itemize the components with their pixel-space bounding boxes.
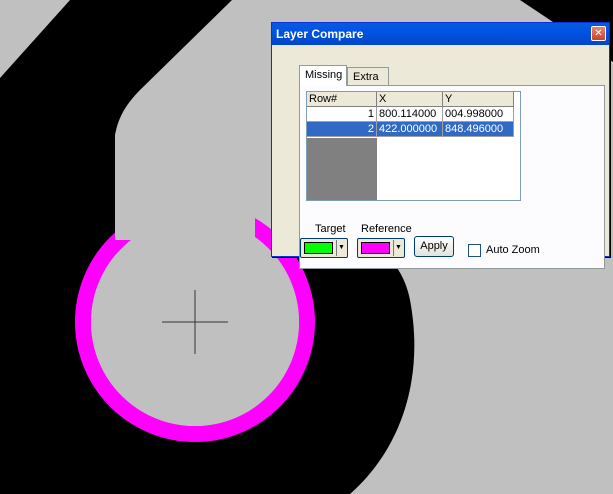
row-number-cell: 1 xyxy=(307,107,377,122)
dropdown-arrow-icon: ▼ xyxy=(393,240,403,256)
x-cell: 422.000000 xyxy=(377,122,443,137)
tab-extra-label: Extra xyxy=(353,71,379,83)
y-cell: 848.496000 xyxy=(443,122,514,137)
close-icon: ✕ xyxy=(594,28,603,39)
reference-color-picker[interactable]: ▼ xyxy=(357,238,405,258)
x-cell: 800.114000 xyxy=(377,107,443,122)
dialog-client: Missing Extra Row# X Y 1 800.114000 004.… xyxy=(277,50,605,269)
reference-color-swatch xyxy=(361,242,390,254)
layer-compare-dialog: Layer Compare ✕ Missing Extra Row# X Y 1… xyxy=(271,22,610,269)
column-header-row-num[interactable]: Row# xyxy=(307,92,377,107)
reference-label: Reference xyxy=(361,223,412,235)
tab-missing[interactable]: Missing xyxy=(299,65,347,86)
tab-extra[interactable]: Extra xyxy=(347,67,389,85)
grid-empty-area xyxy=(307,138,377,200)
y-cell: 004.998000 xyxy=(443,107,514,122)
auto-zoom-label[interactable]: Auto Zoom xyxy=(486,244,540,256)
target-color-picker[interactable]: ▼ xyxy=(300,238,348,258)
apply-button[interactable]: Apply xyxy=(414,236,454,257)
dropdown-arrow-icon: ▼ xyxy=(336,240,346,256)
target-label: Target xyxy=(315,223,346,235)
column-header-x[interactable]: X xyxy=(377,92,443,107)
column-header-y[interactable]: Y xyxy=(443,92,514,107)
auto-zoom-checkbox[interactable] xyxy=(468,244,481,257)
results-grid[interactable]: Row# X Y 1 800.114000 004.998000 2 422.0… xyxy=(306,91,521,201)
tab-missing-label: Missing xyxy=(305,69,343,81)
target-color-swatch xyxy=(304,242,333,254)
row-number-cell: 2 xyxy=(307,122,377,137)
title-bar[interactable]: Layer Compare ✕ xyxy=(272,23,609,45)
dialog-title: Layer Compare xyxy=(276,27,364,41)
close-button[interactable]: ✕ xyxy=(591,26,606,41)
